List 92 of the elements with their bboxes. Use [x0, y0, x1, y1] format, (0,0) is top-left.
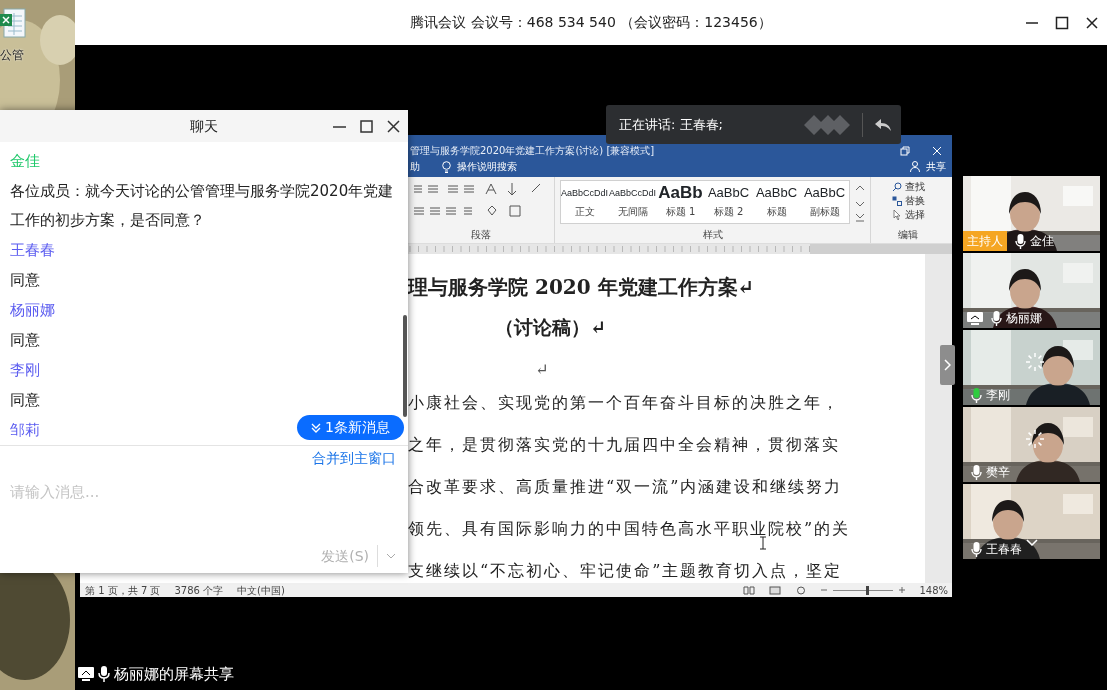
sender-name: 李刚 — [10, 360, 40, 381]
editing-command[interactable]: 查找 — [904, 179, 925, 194]
maximize-icon[interactable] — [360, 119, 373, 133]
participant-name: 杨丽娜 — [1006, 310, 1042, 327]
style-sample[interactable]: AaBb — [658, 184, 703, 203]
host-badge: 主持人 — [963, 231, 1007, 251]
style-sample[interactable]: AaBbC — [707, 184, 750, 203]
style-sample[interactable]: AaBbCcDdI — [609, 184, 656, 203]
participant-name: 樊辛 — [986, 464, 1010, 481]
page-count: 第 1 页，共 7 页 — [85, 583, 161, 597]
new-messages-button[interactable]: 1条新消息 — [297, 415, 404, 440]
restore-icon — [900, 145, 910, 156]
document-text-line: 之年，是贯彻落实党的十九届四中全会精神，贯彻落实 — [408, 434, 840, 456]
microphone-icon[interactable] — [971, 541, 982, 557]
style-name[interactable]: 标题 2 — [713, 204, 744, 220]
document-text-line: 小康社会、实现党的第一个百年奋斗目标的决胜之年， — [408, 392, 840, 414]
style-sample[interactable]: AaBbC — [755, 184, 798, 203]
expand-handle[interactable] — [940, 345, 955, 385]
cursor-icon — [891, 209, 902, 220]
participant-name: 李刚 — [986, 387, 1010, 404]
document-subtitle: （讨论稿）↵ — [495, 315, 607, 340]
message-text: 各位成员：就今天讨论的公管管理与服务学院2020年党建工作的初步方案，是否同意？ — [10, 181, 395, 231]
speaking-label: 正在讲话: 王春春; — [619, 115, 723, 134]
paragraph-mark: ↵ — [535, 360, 549, 380]
print-layout-icon[interactable] — [769, 585, 782, 595]
document-heading: 理与服务学院 2020 年党建工作方案↵ — [408, 274, 756, 300]
spreadsheet-icon[interactable] — [0, 8, 26, 38]
group-label: 编辑 — [898, 228, 918, 243]
document-text-line: 支继续以“不忘初心、牢记使命”主题教育切入点，坚定 — [408, 560, 843, 582]
text-cursor-icon — [760, 536, 766, 550]
editing-command[interactable]: 选择 — [904, 207, 925, 222]
video-tile[interactable]: 主持人 金佳 — [963, 176, 1100, 251]
logo-icon — [804, 113, 850, 136]
close-icon[interactable] — [387, 119, 400, 133]
language: 中文(中国) — [237, 583, 285, 597]
ribbon-tab[interactable]: 操作说明搜索 — [457, 159, 517, 175]
style-name[interactable]: 正文 — [574, 204, 595, 220]
style-name[interactable]: 标题 — [766, 204, 787, 220]
zoom-slider-thumb[interactable] — [865, 585, 869, 595]
window-title: 腾讯会议 会议号：468 534 540 （会议密码：123456） — [410, 13, 772, 32]
video-tile[interactable]: 樊辛 — [963, 407, 1100, 482]
message-text: 同意 — [10, 330, 41, 351]
double-chevron-down-icon — [311, 422, 322, 433]
window-title: 聊天 — [190, 116, 218, 136]
zoom-level: 148% — [919, 583, 948, 597]
reply-arrow-icon[interactable] — [875, 118, 891, 131]
editing-command[interactable]: 替换 — [904, 193, 925, 208]
document-title: 管理与服务学院2020年党建工作方案(讨论) [兼容模式] — [410, 145, 655, 156]
person-icon — [910, 161, 920, 173]
zoom-in-icon[interactable] — [899, 587, 906, 593]
group-label: 样式 — [702, 228, 723, 243]
message-text: 同意 — [10, 390, 41, 411]
chevron-down-icon[interactable] — [1026, 539, 1038, 546]
video-tile[interactable]: 李刚 — [963, 330, 1100, 405]
replace-icon — [891, 195, 902, 206]
close-icon — [932, 145, 942, 156]
message-input-field[interactable]: 请输入消息... — [10, 481, 396, 504]
search-icon — [891, 181, 902, 192]
web-layout-icon[interactable] — [795, 585, 808, 595]
message-text: 同意 — [10, 270, 41, 291]
scrollbar[interactable] — [403, 315, 407, 417]
video-tile[interactable]: 杨丽娜 — [963, 253, 1100, 328]
participant-name: 金佳 — [1030, 233, 1054, 250]
share-button[interactable]: 共享 — [926, 159, 946, 175]
style-name[interactable]: 副标题 — [809, 204, 840, 220]
group-label: 段落 — [471, 228, 491, 243]
participant-name: 王春春 — [986, 541, 1022, 558]
style-name[interactable]: 标题 1 — [665, 204, 696, 220]
sender-name: 金佳 — [10, 151, 40, 172]
maximize-icon[interactable] — [1055, 15, 1069, 30]
microphone-icon[interactable] — [991, 310, 1002, 326]
chevron-right-icon — [944, 359, 951, 371]
document-text-line: 合改革要求、高质量推进“双一流”内涵建设和继续努力 — [408, 476, 843, 498]
document-text-line: 领先、具有国际影响力的中国特色高水平职业院校”的关 — [408, 518, 851, 540]
word-count: 3786 个字 — [174, 583, 224, 597]
style-sample[interactable]: AaBbC — [803, 184, 846, 203]
style-name[interactable]: 无间隔 — [617, 204, 648, 220]
lightbulb-icon — [442, 160, 451, 173]
screen-share-label: 杨丽娜的屏幕共享 — [114, 664, 234, 685]
desktop-icon-label[interactable]: 公管 — [0, 46, 24, 64]
read-mode-icon[interactable] — [743, 585, 756, 595]
screen-share-icon — [78, 667, 94, 682]
sender-name: 王春春 — [10, 240, 55, 261]
video-tile[interactable]: 王春春 — [963, 484, 1100, 559]
ribbon-tab[interactable]: 助 — [410, 159, 420, 175]
merge-to-main-window-link[interactable]: 合并到主窗口 — [312, 448, 396, 469]
style-sample[interactable]: AaBbCcDdI — [561, 184, 608, 203]
microphone-icon[interactable] — [1015, 233, 1026, 249]
microphone-icon — [98, 666, 110, 683]
sender-name: 邹莉 — [10, 420, 40, 441]
sender-name: 杨丽娜 — [10, 300, 55, 321]
close-icon[interactable] — [1085, 15, 1099, 30]
